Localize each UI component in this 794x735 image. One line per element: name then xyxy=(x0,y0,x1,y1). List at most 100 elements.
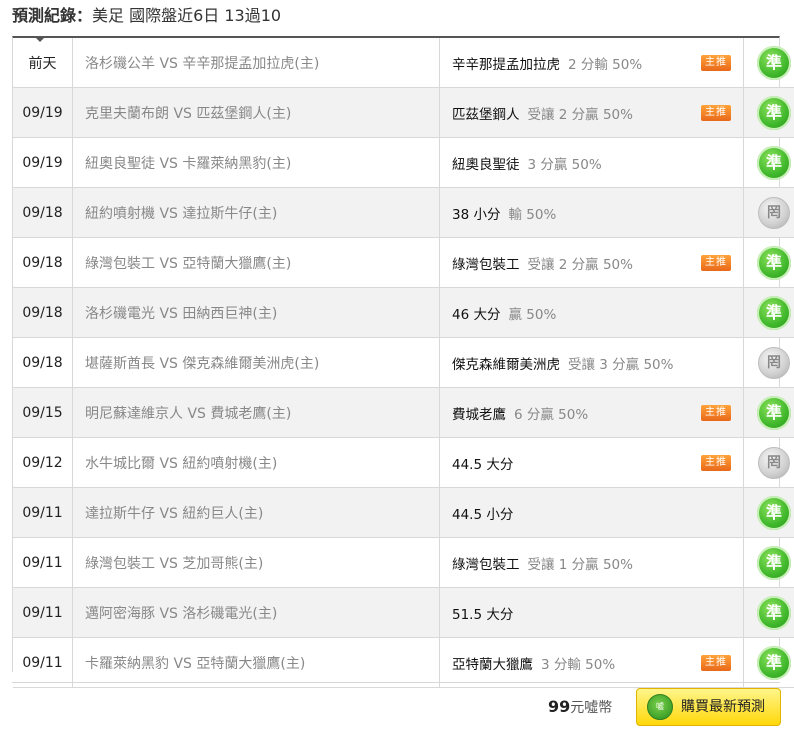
row-match: 邁阿密海豚 VS 洛杉磯電光(主) xyxy=(72,587,440,638)
row-match: 堪薩斯酋長 VS 傑克森維爾美洲虎(主) xyxy=(72,337,440,388)
row-pick: 綠灣包裝工 受讓 2 分贏 50% 主推 xyxy=(439,237,744,288)
row-date: 09/18 xyxy=(13,237,73,288)
row-match: 洛杉磯電光 VS 田納西巨神(主) xyxy=(72,287,440,338)
row-pick: 辛辛那提孟加拉虎 2 分輸 50% 主推 xyxy=(439,38,744,88)
row-date: 09/18 xyxy=(13,287,73,338)
row-result: 準 xyxy=(743,87,794,138)
row-date: 前天 xyxy=(13,38,73,88)
row-match: 克里夫蘭布朗 VS 匹茲堡鋼人(主) xyxy=(72,87,440,138)
row-match: 卡羅萊納黑豹 VS 亞特蘭大獵鷹(主) xyxy=(72,637,440,688)
row-pick: 46 大分贏 50% xyxy=(439,287,744,338)
result-win-icon: 準 xyxy=(757,245,791,280)
result-win-icon: 準 xyxy=(757,145,791,180)
row-match: 水牛城比爾 VS 紐約噴射機(主) xyxy=(72,437,440,488)
pick-team: 綠灣包裝工 xyxy=(452,556,520,573)
pick-team: 匹茲堡鋼人 xyxy=(452,106,520,123)
page-title: 預測紀錄：美足 國際盤近6日 13過10 xyxy=(12,4,281,28)
table-row: 09/18 洛杉磯電光 VS 田納西巨神(主) 46 大分贏 50% 準 xyxy=(13,287,794,338)
row-pick: 紐奧良聖徒 3 分贏 50% xyxy=(439,137,744,188)
featured-badge: 主推 xyxy=(701,654,731,671)
pick-team: 紐奧良聖徒 xyxy=(452,156,520,173)
pick-odds: 3 分贏 50% xyxy=(527,156,602,173)
buy-button-label: 購買最新預測 xyxy=(681,699,765,715)
coin-icon: 噓 xyxy=(647,694,673,720)
table-row: 09/18 紐約噴射機 VS 達拉斯牛仔(主) 38 小分輸 50% 罔 xyxy=(13,187,794,238)
pick-odds: 受讓 3 分贏 50% xyxy=(568,356,674,373)
pick-team: 亞特蘭大獵鷹 xyxy=(452,656,533,673)
result-win-icon: 準 xyxy=(757,495,791,530)
row-pick: 匹茲堡鋼人 受讓 2 分贏 50% 主推 xyxy=(439,87,744,138)
caret-down-icon xyxy=(34,36,46,42)
row-pick: 綠灣包裝工 受讓 1 分贏 50% xyxy=(439,537,744,588)
table-row: 09/19 克里夫蘭布朗 VS 匹茲堡鋼人(主) 匹茲堡鋼人 受讓 2 分贏 50% 主… xyxy=(13,87,794,138)
result-push-icon: 罔 xyxy=(758,446,790,479)
row-result: 準 xyxy=(743,237,794,288)
featured-badge: 主推 xyxy=(701,404,731,421)
pick-odds: 贏 50% xyxy=(508,306,557,323)
row-pick: 44.5 大分 主推 xyxy=(439,437,744,488)
pick-team: 38 小分 xyxy=(452,206,501,223)
row-match: 紐奧良聖徒 VS 卡羅萊納黑豹(主) xyxy=(72,137,440,188)
result-win-icon: 準 xyxy=(757,45,791,80)
result-win-icon: 準 xyxy=(757,545,791,580)
pick-odds: 2 分輸 50% xyxy=(568,56,643,73)
row-match: 紐約噴射機 VS 達拉斯牛仔(主) xyxy=(72,187,440,238)
pick-odds: 輸 50% xyxy=(508,206,557,223)
row-match: 達拉斯牛仔 VS 紐約巨人(主) xyxy=(72,487,440,538)
table-row: 09/19 紐奧良聖徒 VS 卡羅萊納黑豹(主) 紐奧良聖徒 3 分贏 50% 準 xyxy=(13,137,794,188)
table-row: 09/11 綠灣包裝工 VS 芝加哥熊(主) 綠灣包裝工 受讓 1 分贏 50% 準 xyxy=(13,537,794,588)
row-result: 罔 xyxy=(743,337,794,388)
result-win-icon: 準 xyxy=(757,595,791,630)
row-result: 罔 xyxy=(743,187,794,238)
row-date: 09/12 xyxy=(13,437,73,488)
footer-divider xyxy=(12,682,780,683)
pick-team: 51.5 大分 xyxy=(452,606,514,623)
pick-odds: 3 分輸 50% xyxy=(541,656,616,673)
table-row: 09/11 達拉斯牛仔 VS 紐約巨人(主) 44.5 小分 準 xyxy=(13,487,794,538)
row-date: 09/18 xyxy=(13,337,73,388)
row-result: 準 xyxy=(743,137,794,188)
pick-odds: 受讓 2 分贏 50% xyxy=(527,106,633,123)
table-row: 09/18 堪薩斯酋長 VS 傑克森維爾美洲虎(主) 傑克森維爾美洲虎 受讓 3 分贏… xyxy=(13,337,794,388)
row-pick: 費城老鷹 6 分贏 50% 主推 xyxy=(439,387,744,438)
title-label: 預測紀錄： xyxy=(12,6,93,25)
pick-team: 44.5 大分 xyxy=(452,456,514,473)
featured-badge: 主推 xyxy=(701,254,731,271)
result-win-icon: 準 xyxy=(757,95,791,130)
pick-team: 綠灣包裝工 xyxy=(452,256,520,273)
prediction-table: 前天 洛杉磯公羊 VS 辛辛那提孟加拉虎(主) 辛辛那提孟加拉虎 2 分輸 50% 主推… xyxy=(12,36,794,688)
result-push-icon: 罔 xyxy=(758,196,790,229)
row-result: 準 xyxy=(743,287,794,338)
row-match: 洛杉磯公羊 VS 辛辛那提孟加拉虎(主) xyxy=(72,38,440,88)
pick-team: 辛辛那提孟加拉虎 xyxy=(452,56,560,73)
price-unit: 元噓幣 xyxy=(570,700,613,716)
row-result: 準 xyxy=(743,637,794,688)
row-result: 準 xyxy=(743,387,794,438)
pick-odds: 受讓 1 分贏 50% xyxy=(527,556,633,573)
table-row: 09/15 明尼蘇達維京人 VS 費城老鷹(主) 費城老鷹 6 分贏 50% 主推 準 xyxy=(13,387,794,438)
result-win-icon: 準 xyxy=(757,395,791,430)
buy-prediction-button[interactable]: 噓 購買最新預測 xyxy=(636,688,781,726)
table-row: 前天 洛杉磯公羊 VS 辛辛那提孟加拉虎(主) 辛辛那提孟加拉虎 2 分輸 50% 主推… xyxy=(13,38,794,88)
pick-odds: 6 分贏 50% xyxy=(514,406,589,423)
table-row: 09/18 綠灣包裝工 VS 亞特蘭大獵鷹(主) 綠灣包裝工 受讓 2 分贏 50% 主… xyxy=(13,237,794,288)
row-date: 09/11 xyxy=(13,537,73,588)
row-result: 罔 xyxy=(743,437,794,488)
row-date: 09/11 xyxy=(13,487,73,538)
row-date: 09/19 xyxy=(13,137,73,188)
pick-team: 44.5 小分 xyxy=(452,506,514,523)
featured-badge: 主推 xyxy=(701,104,731,121)
price-amount: 99 xyxy=(548,697,571,716)
row-result: 準 xyxy=(743,487,794,538)
row-date: 09/11 xyxy=(13,587,73,638)
table-row: 09/12 水牛城比爾 VS 紐約噴射機(主) 44.5 大分 主推 罔 xyxy=(13,437,794,488)
row-pick: 51.5 大分 xyxy=(439,587,744,638)
row-match: 明尼蘇達維京人 VS 費城老鷹(主) xyxy=(72,387,440,438)
row-result: 準 xyxy=(743,38,794,88)
row-result: 準 xyxy=(743,537,794,588)
result-win-icon: 準 xyxy=(757,295,791,330)
table-row: 09/11 卡羅萊納黑豹 VS 亞特蘭大獵鷹(主) 亞特蘭大獵鷹 3 分輸 50% 主推… xyxy=(13,637,794,688)
row-date: 09/18 xyxy=(13,187,73,238)
row-pick: 亞特蘭大獵鷹 3 分輸 50% 主推 xyxy=(439,637,744,688)
row-date: 09/19 xyxy=(13,87,73,138)
